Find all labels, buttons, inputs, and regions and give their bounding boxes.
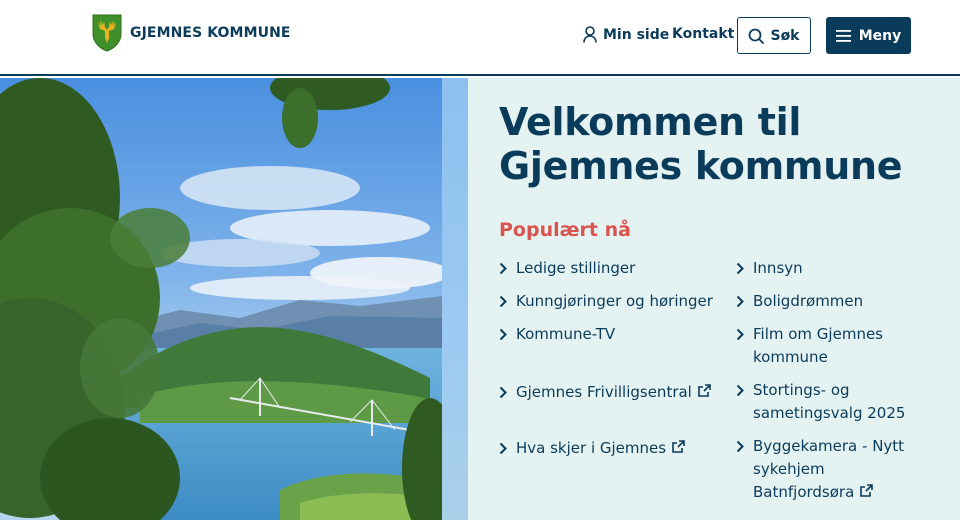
chevron-right-icon [499, 328, 507, 341]
search-icon [749, 28, 765, 44]
chevron-right-icon [736, 328, 744, 341]
search-button[interactable]: Søk [737, 17, 811, 54]
chevron-right-icon [736, 262, 744, 275]
popular-link-label: Kommune-TV [516, 325, 616, 343]
external-link-icon [672, 440, 685, 453]
kontakt-link[interactable]: Kontakt [672, 26, 734, 42]
chevron-right-icon [499, 386, 507, 399]
popular-link-label: Hva skjer i Gjemnes [516, 439, 667, 457]
menu-label: Meny [858, 27, 902, 44]
popular-link-label: Kunngjøringer og høringer [516, 292, 713, 310]
logo-home-link[interactable]: GJEMNES KOMMUNE [92, 14, 291, 52]
hamburger-icon [835, 29, 851, 42]
logo-text: GJEMNES KOMMUNE [130, 25, 291, 41]
coat-of-arms-moose-icon [92, 14, 122, 52]
popular-link-film[interactable]: Film om Gjemnes kommune [736, 323, 906, 369]
popular-link-innsyn[interactable]: Innsyn [736, 257, 936, 280]
popular-link-label: Innsyn [753, 259, 803, 277]
person-icon [583, 26, 597, 43]
popular-link-ledige-stillinger[interactable]: Ledige stillinger [499, 257, 714, 280]
chevron-right-icon [736, 295, 744, 308]
chevron-right-icon [499, 442, 507, 455]
popular-link-label: Byggekamera - Nytt sykehjem Batnfjordsør… [753, 437, 905, 501]
site-header: GJEMNES KOMMUNE Min side Kontakt Søk Men… [0, 0, 960, 76]
popular-heading: Populært nå [499, 219, 631, 241]
chevron-right-icon [499, 262, 507, 275]
popular-link-byggekamera[interactable]: Byggekamera - Nytt sykehjem Batnfjordsør… [736, 435, 916, 504]
chevron-right-icon [499, 295, 507, 308]
popular-link-boligdrommen[interactable]: Boligdrømmen [736, 290, 936, 313]
search-label: Søk [770, 27, 800, 44]
hero-landscape-image [0, 78, 442, 520]
popular-link-label: Film om Gjemnes kommune [753, 325, 883, 366]
hero-image-edge [442, 78, 468, 520]
menu-button[interactable]: Meny [826, 17, 911, 54]
popular-link-valg[interactable]: Stortings- og sametingsvalg 2025 [736, 379, 916, 425]
popular-link-label: Boligdrømmen [753, 292, 864, 310]
page-title: Velkommen til Gjemnes kommune [499, 100, 903, 188]
chevron-right-icon [736, 440, 744, 453]
popular-link-label: Stortings- og sametingsvalg 2025 [753, 381, 906, 422]
popular-link-label: Ledige stillinger [516, 259, 636, 277]
popular-link-label: Gjemnes Frivilligsentral [516, 383, 692, 401]
external-link-icon [860, 484, 874, 497]
popular-link-frivilligsentral[interactable]: Gjemnes Frivilligsentral [499, 381, 714, 404]
min-side-link[interactable]: Min side [583, 26, 669, 43]
welcome-panel: Velkommen til Gjemnes kommune Populært n… [468, 78, 960, 520]
min-side-label: Min side [603, 26, 670, 43]
popular-link-kommune-tv[interactable]: Kommune-TV [499, 323, 714, 346]
popular-link-hva-skjer[interactable]: Hva skjer i Gjemnes [499, 437, 714, 460]
chevron-right-icon [736, 384, 744, 397]
external-link-icon [698, 384, 711, 397]
popular-link-kunngjoringer[interactable]: Kunngjøringer og høringer [499, 290, 714, 313]
